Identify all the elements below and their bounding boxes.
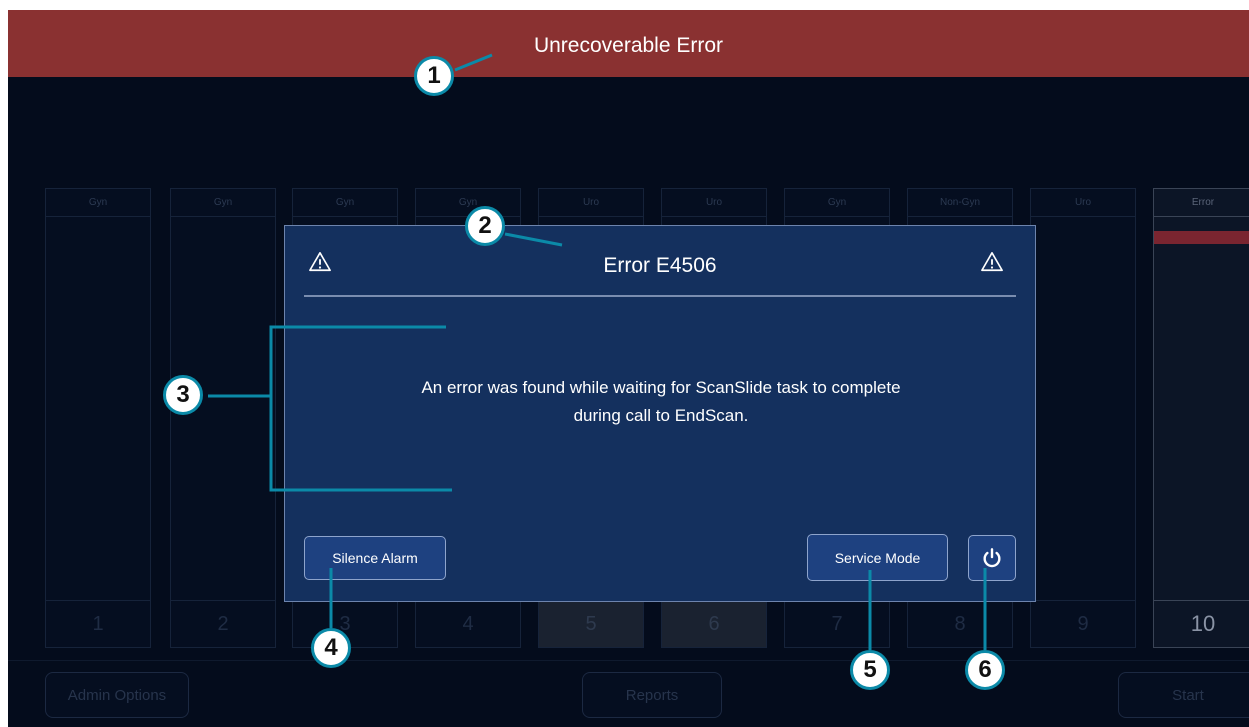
callout-2: 2 bbox=[465, 206, 505, 246]
callout-1: 1 bbox=[414, 56, 454, 96]
callout-3: 3 bbox=[163, 375, 203, 415]
callout-5: 5 bbox=[850, 650, 890, 690]
callout-6: 6 bbox=[965, 650, 1005, 690]
callout-4: 4 bbox=[311, 628, 351, 668]
callout-lines bbox=[208, 53, 987, 650]
